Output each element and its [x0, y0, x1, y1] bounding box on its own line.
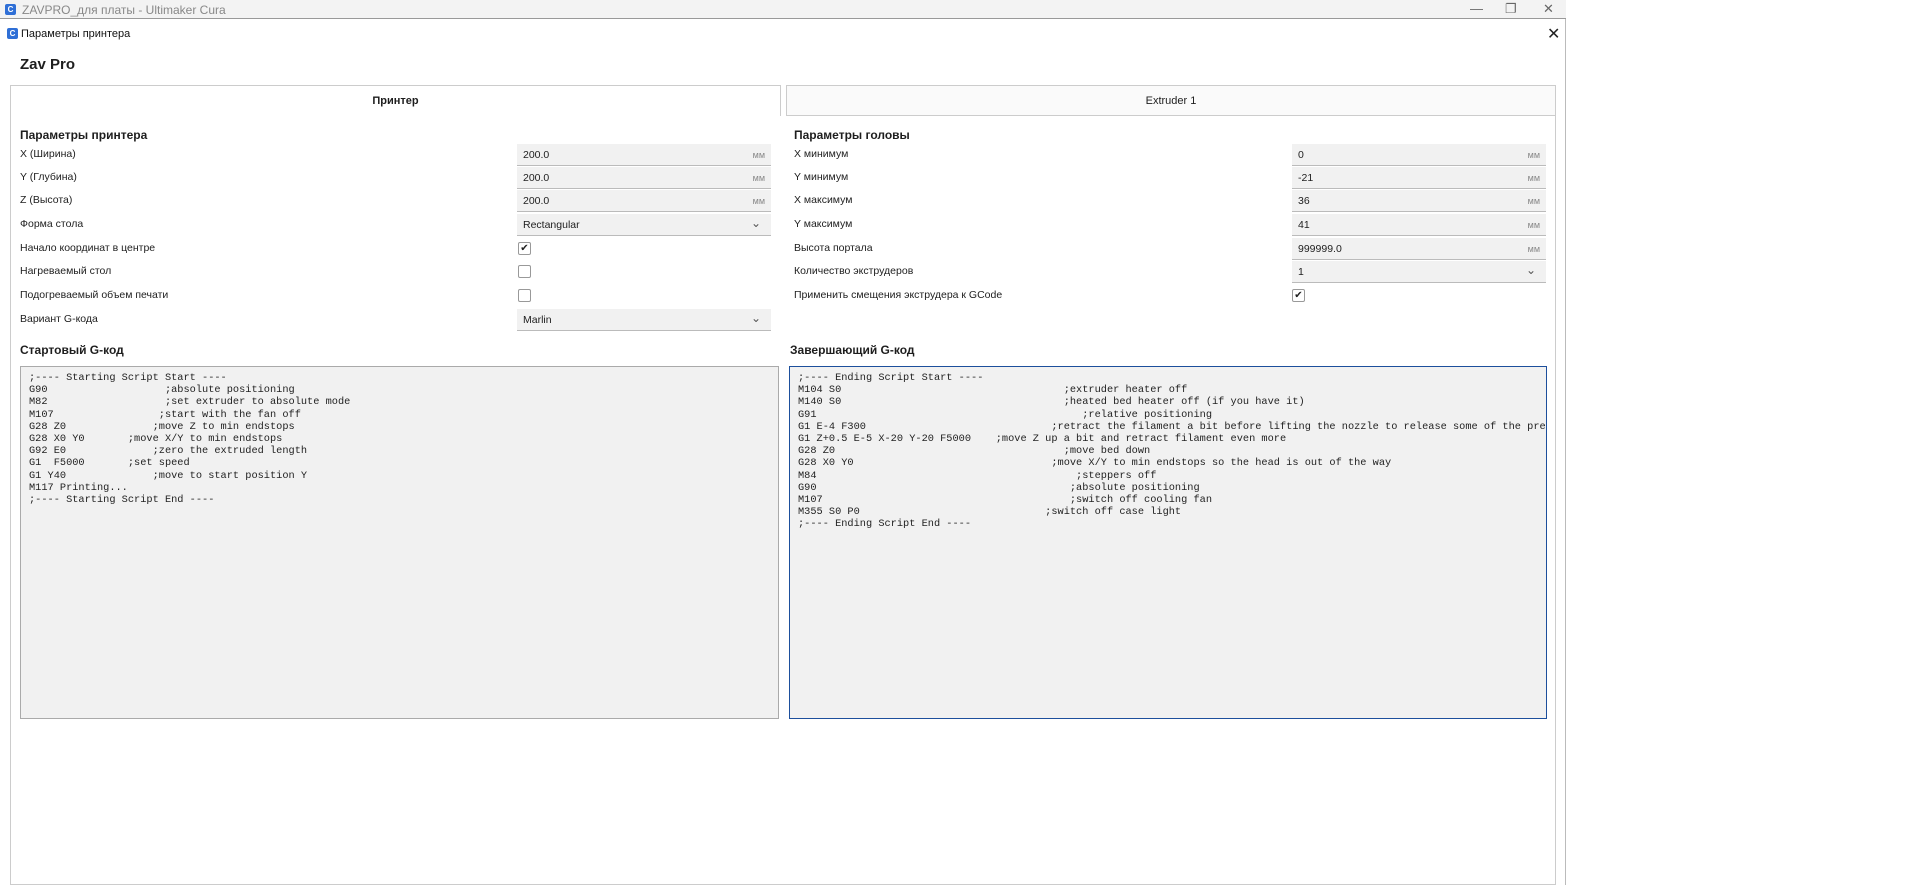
- gcode-flavor-select[interactable]: Marlin ⌄: [517, 309, 771, 331]
- title-bar: C ZAVPRO_для платы - Ultimaker Cura — ❐ …: [0, 0, 1566, 19]
- apply-offsets-label: Применить смещения экструдера к GCode: [794, 289, 1003, 301]
- build-plate-shape-select[interactable]: Rectangular ⌄: [517, 214, 771, 236]
- ymax-row: Y максимум 41 мм: [794, 214, 1546, 236]
- printer-y-input[interactable]: 200.0 мм: [517, 167, 771, 189]
- value: 200.0: [523, 172, 550, 184]
- chevron-down-icon: ⌄: [750, 216, 761, 230]
- ymin-label: Y минимум: [794, 171, 849, 183]
- unit: мм: [752, 173, 765, 183]
- end-gcode-editor[interactable]: ;---- Ending Script Start ---- M104 S0 ;…: [789, 366, 1547, 719]
- xmin-row: X минимум 0 мм: [794, 144, 1546, 166]
- heated-bed-label: Нагреваемый стол: [20, 265, 112, 277]
- unit: мм: [1527, 244, 1540, 254]
- tab-printer[interactable]: Принтер: [10, 85, 781, 116]
- gcode-flavor-row: Вариант G-кода Marlin ⌄: [20, 309, 771, 331]
- printer-y-label: Y (Глубина): [20, 171, 77, 183]
- xmax-input[interactable]: 36 мм: [1292, 190, 1546, 212]
- value: 200.0: [523, 195, 550, 207]
- value: Rectangular: [523, 219, 580, 231]
- value: 200.0: [523, 149, 550, 161]
- xmin-label: X минимум: [794, 148, 849, 160]
- xmin-input[interactable]: 0 мм: [1292, 144, 1546, 166]
- xmax-row: X максимум 36 мм: [794, 190, 1546, 212]
- tab-extruder-1[interactable]: Extruder 1: [786, 85, 1556, 116]
- machine-name: Zav Pro: [20, 56, 76, 73]
- dialog-close-icon[interactable]: ✕: [1547, 24, 1560, 44]
- cura-window: C ZAVPRO_для платы - Ultimaker Cura — ❐ …: [0, 0, 1566, 885]
- ymax-label: Y максимум: [794, 218, 853, 230]
- end-gcode-heading: Завершающий G-код: [790, 343, 915, 357]
- build-plate-shape-row: Форма стола Rectangular ⌄: [20, 214, 771, 236]
- heated-bed-row: Нагреваемый стол: [20, 261, 771, 283]
- printer-z-row: Z (Высота) 200.0 мм: [20, 190, 771, 212]
- dialog-app-icon: C: [7, 28, 18, 39]
- printer-settings-heading: Параметры принтера: [20, 128, 148, 142]
- minimize-icon[interactable]: —: [1470, 1, 1483, 16]
- restore-icon[interactable]: ❐: [1505, 1, 1517, 17]
- heated-volume-label: Подогреваемый объем печати: [20, 289, 169, 301]
- build-plate-shape-label: Форма стола: [20, 218, 84, 230]
- start-gcode-editor[interactable]: ;---- Starting Script Start ---- G90 ;ab…: [20, 366, 779, 719]
- gantry-height-label: Высота портала: [794, 242, 873, 254]
- unit: мм: [1527, 196, 1540, 206]
- printer-z-input[interactable]: 200.0 мм: [517, 190, 771, 212]
- apply-offsets-checkbox[interactable]: ✔: [1292, 289, 1305, 302]
- printer-x-label: X (Ширина): [20, 148, 76, 160]
- origin-center-row: Начало координат в центре ✔: [20, 238, 771, 260]
- heated-volume-row: Подогреваемый объем печати: [20, 285, 771, 307]
- xmax-label: X максимум: [794, 194, 853, 206]
- origin-center-label: Начало координат в центре: [20, 242, 156, 254]
- gcode-flavor-label: Вариант G-кода: [20, 313, 98, 325]
- extruder-count-row: Количество экструдеров 1 ⌄: [794, 261, 1546, 283]
- chevron-down-icon: ⌄: [750, 311, 761, 325]
- ymin-row: Y минимум -21 мм: [794, 167, 1546, 189]
- gantry-height-input[interactable]: 999999.0 мм: [1292, 238, 1546, 260]
- ymin-input[interactable]: -21 мм: [1292, 167, 1546, 189]
- value: 41: [1298, 219, 1310, 231]
- origin-center-checkbox[interactable]: ✔: [518, 242, 531, 255]
- extruder-count-label: Количество экструдеров: [794, 265, 914, 277]
- value: 1: [1298, 266, 1304, 278]
- gantry-height-row: Высота портала 999999.0 мм: [794, 238, 1546, 260]
- printer-y-row: Y (Глубина) 200.0 мм: [20, 167, 771, 189]
- extruder-count-select[interactable]: 1 ⌄: [1292, 261, 1546, 283]
- window-title: ZAVPRO_для платы - Ultimaker Cura: [22, 3, 226, 17]
- ymax-input[interactable]: 41 мм: [1292, 214, 1546, 236]
- printer-x-row: X (Ширина) 200.0 мм: [20, 144, 771, 166]
- value: -21: [1298, 172, 1314, 184]
- printhead-settings-heading: Параметры головы: [794, 128, 910, 142]
- start-gcode-heading: Стартовый G-код: [20, 343, 124, 357]
- printer-x-input[interactable]: 200.0 мм: [517, 144, 771, 166]
- unit: мм: [1527, 220, 1540, 230]
- value: 36: [1298, 195, 1310, 207]
- apply-offsets-row: Применить смещения экструдера к GCode ✔: [794, 285, 1546, 307]
- unit: мм: [1527, 150, 1540, 160]
- heated-bed-checkbox[interactable]: [518, 265, 531, 278]
- unit: мм: [752, 150, 765, 160]
- printer-z-label: Z (Высота): [20, 194, 73, 206]
- value: 999999.0: [1298, 243, 1342, 255]
- window-close-icon[interactable]: ✕: [1543, 1, 1554, 17]
- value: 0: [1298, 149, 1304, 161]
- dialog-header: C Параметры принтера ✕: [0, 20, 1566, 46]
- cura-app-icon: C: [5, 4, 16, 15]
- chevron-down-icon: ⌄: [1525, 263, 1536, 277]
- heated-volume-checkbox[interactable]: [518, 289, 531, 302]
- dialog-title: Параметры принтера: [21, 28, 131, 40]
- unit: мм: [752, 196, 765, 206]
- unit: мм: [1527, 173, 1540, 183]
- value: Marlin: [523, 314, 552, 326]
